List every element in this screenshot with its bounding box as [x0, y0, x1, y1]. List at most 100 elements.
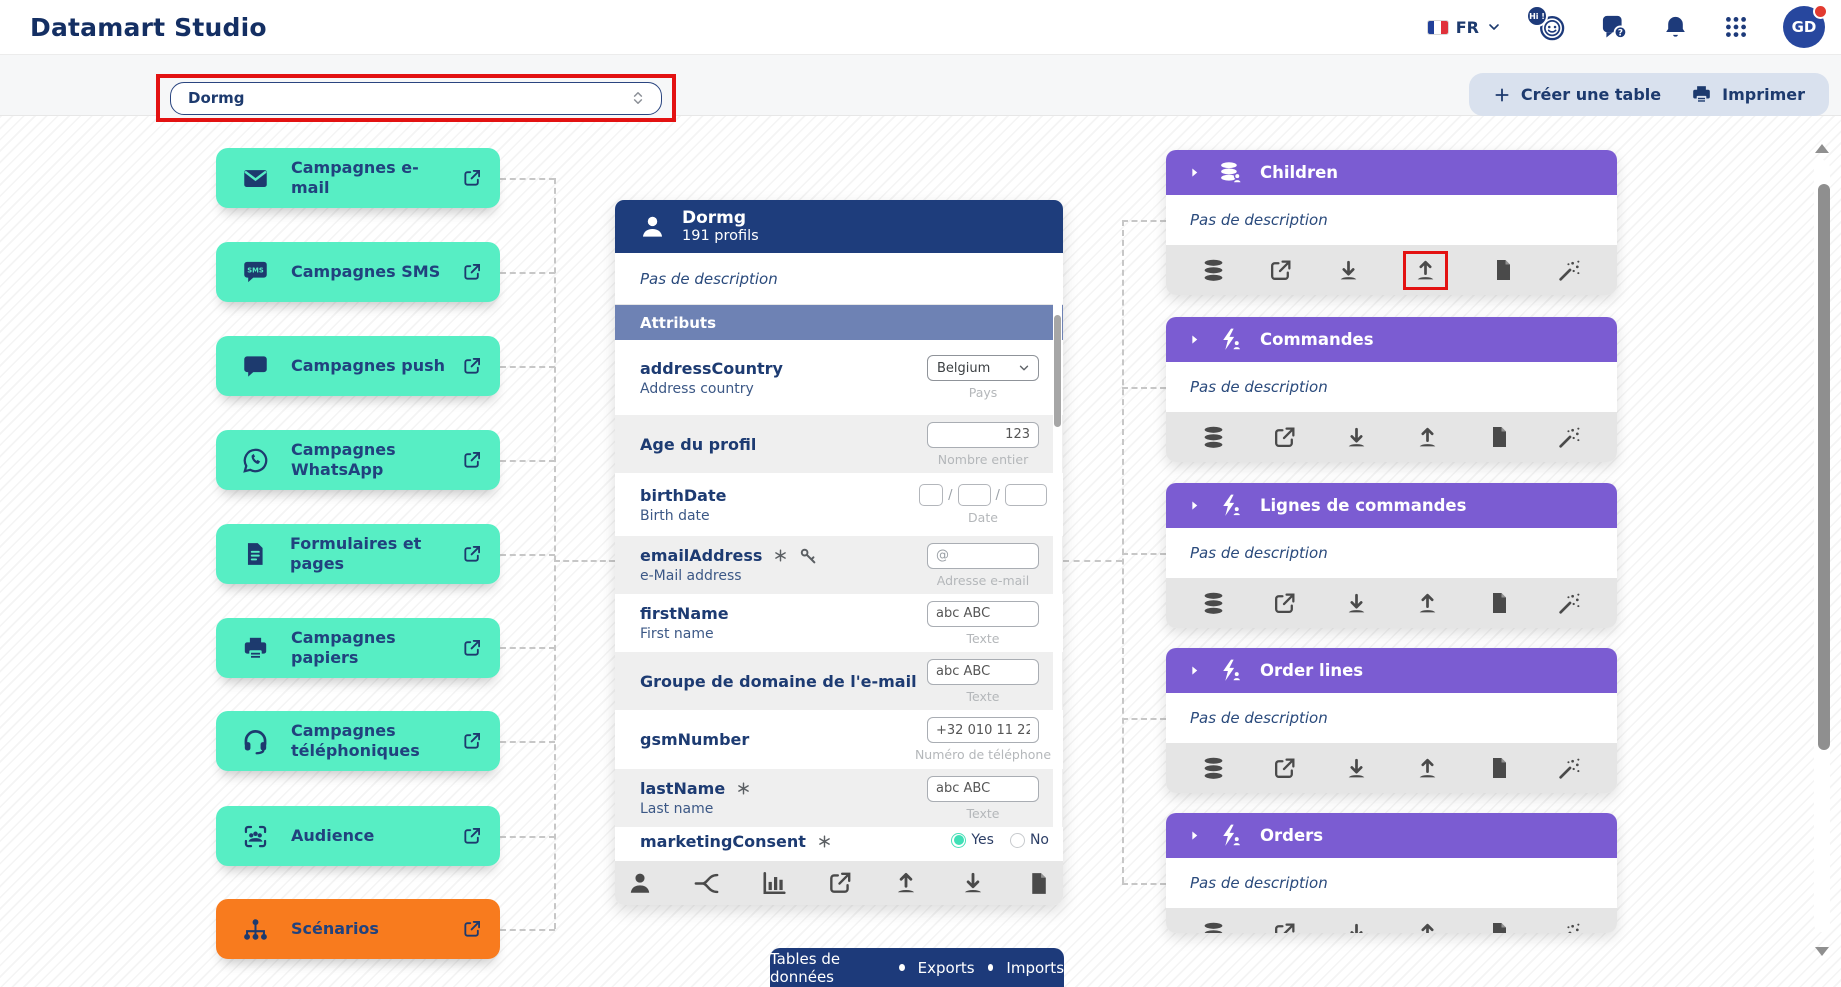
page-scrollbar[interactable] [1812, 144, 1832, 956]
upload-icon[interactable] [893, 870, 919, 896]
open-external-icon[interactable] [1272, 591, 1297, 616]
domain-group-input[interactable] [927, 659, 1039, 685]
chevron-down-icon [1017, 361, 1031, 375]
profile-card-title: Dormg [682, 209, 759, 229]
file-icon[interactable] [1487, 756, 1511, 780]
nav-scenarios[interactable]: Scénarios [216, 899, 500, 959]
table-card-header[interactable]: Lignes de commandes [1166, 483, 1617, 528]
nav-formulaires-et-pages[interactable]: Formulaires et pages [216, 524, 500, 584]
nav-campagnes-sms[interactable]: Campagnes SMS [216, 242, 500, 302]
profile-table-card: Dormg 191 profils Pas de description Att… [615, 200, 1063, 905]
schema-canvas: Campagnes e-mail Campagnes SMS Campagnes… [0, 116, 1841, 987]
scroll-up-arrow[interactable] [1815, 144, 1829, 153]
table-card-commandes: Commandes Pas de description [1166, 317, 1617, 462]
download-icon[interactable] [1344, 591, 1369, 616]
zap-person-icon [1218, 327, 1243, 352]
lastname-input[interactable] [927, 776, 1039, 802]
table-card-header[interactable]: Orders [1166, 813, 1617, 858]
open-external-icon[interactable] [1272, 425, 1297, 450]
download-icon[interactable] [1344, 756, 1369, 781]
table-card-header[interactable]: Commandes [1166, 317, 1617, 362]
external-link-icon [462, 826, 482, 846]
file-icon[interactable] [1487, 921, 1511, 933]
apps-grid-icon[interactable] [1723, 14, 1749, 40]
open-external-icon[interactable] [1272, 756, 1297, 781]
year-input[interactable] [1005, 484, 1047, 506]
open-external-icon[interactable] [1268, 258, 1293, 283]
magic-wand-icon[interactable] [1557, 425, 1582, 450]
file-icon[interactable] [1487, 425, 1511, 449]
email-input[interactable] [927, 543, 1039, 569]
upload-icon[interactable] [1415, 425, 1440, 450]
download-icon[interactable] [960, 870, 986, 896]
grid-dots-icon [1723, 14, 1749, 40]
month-input[interactable] [958, 484, 991, 506]
help-chat-icon[interactable] [1600, 13, 1628, 41]
file-icon[interactable] [1487, 591, 1511, 615]
magic-wand-icon[interactable] [1557, 591, 1582, 616]
scroll-down-arrow[interactable] [1815, 947, 1829, 956]
nav-audience[interactable]: Audience [216, 806, 500, 866]
nav-campagnes-push[interactable]: Campagnes push [216, 336, 500, 396]
scrollbar-thumb[interactable] [1818, 184, 1830, 750]
magic-wand-icon[interactable] [1557, 756, 1582, 781]
connector [500, 554, 555, 556]
open-external-icon[interactable] [827, 870, 853, 896]
notifications-bell-icon[interactable] [1662, 14, 1689, 41]
gsm-input[interactable] [927, 717, 1039, 743]
tab-tables-de-donnees[interactable]: Tables de données [770, 950, 886, 986]
attribute-row-birthdate: birthDate Birth date / / Date [615, 473, 1063, 536]
nav-campagnes-telephoniques[interactable]: Campagnes téléphoniques [216, 711, 500, 771]
open-external-icon[interactable] [1272, 921, 1297, 934]
upload-icon[interactable] [1413, 258, 1438, 283]
profile-card-header[interactable]: Dormg 191 profils [615, 200, 1063, 253]
upload-icon[interactable] [1415, 921, 1440, 934]
file-icon[interactable] [1026, 871, 1051, 896]
assistant-robot-icon[interactable]: Hi ! [1536, 12, 1566, 42]
tab-exports[interactable]: Exports [918, 959, 975, 977]
create-table-button[interactable]: Créer une table [1493, 85, 1661, 104]
split-branch-icon[interactable] [693, 870, 720, 897]
caret-right-icon [1188, 499, 1201, 512]
upload-icon[interactable] [1415, 591, 1440, 616]
day-input[interactable] [919, 484, 943, 506]
caret-right-icon [1188, 664, 1201, 677]
user-avatar[interactable]: GD [1783, 6, 1825, 48]
download-icon[interactable] [1344, 921, 1369, 934]
table-card-header[interactable]: Order lines [1166, 648, 1617, 693]
magic-wand-icon[interactable] [1557, 921, 1582, 934]
print-button[interactable]: Imprimer [1691, 84, 1805, 105]
stats-chart-icon[interactable] [761, 870, 787, 896]
upload-icon[interactable] [1415, 756, 1440, 781]
scrollbar-track[interactable] [1814, 160, 1830, 932]
file-icon[interactable] [1491, 258, 1515, 282]
language-selector[interactable]: FR [1427, 18, 1502, 37]
caret-right-icon [1188, 166, 1201, 179]
download-icon[interactable] [1344, 425, 1369, 450]
connector [500, 836, 555, 838]
nav-campagnes-whatsapp[interactable]: Campagnes WhatsApp [216, 430, 500, 490]
nav-campagnes-papiers[interactable]: Campagnes papiers [216, 618, 500, 678]
nav-campagnes-email[interactable]: Campagnes e-mail [216, 148, 500, 208]
profile-person-icon[interactable] [627, 870, 653, 896]
date-input-group[interactable]: / / [919, 484, 1047, 506]
country-select[interactable]: Belgium [927, 355, 1039, 381]
age-input[interactable] [927, 422, 1039, 448]
download-icon[interactable] [1336, 258, 1361, 283]
magic-wand-icon[interactable] [1557, 258, 1582, 283]
database-icon[interactable] [1201, 258, 1226, 283]
tab-imports[interactable]: Imports [1006, 959, 1064, 977]
table-card-orders: Orders Pas de description [1166, 813, 1617, 933]
radio-yes[interactable]: Yes [951, 832, 994, 848]
card-scrollbar[interactable] [1053, 253, 1062, 861]
radio-no[interactable]: No [1010, 832, 1049, 848]
database-icon[interactable] [1201, 425, 1226, 450]
zap-person-icon [1218, 493, 1243, 518]
database-icon[interactable] [1201, 921, 1226, 934]
database-select[interactable]: Dormg [170, 82, 662, 115]
firstname-input[interactable] [927, 601, 1039, 627]
card-scrollbar-thumb[interactable] [1054, 315, 1061, 427]
database-icon[interactable] [1201, 756, 1226, 781]
table-card-header[interactable]: Children [1166, 150, 1617, 195]
database-icon[interactable] [1201, 591, 1226, 616]
